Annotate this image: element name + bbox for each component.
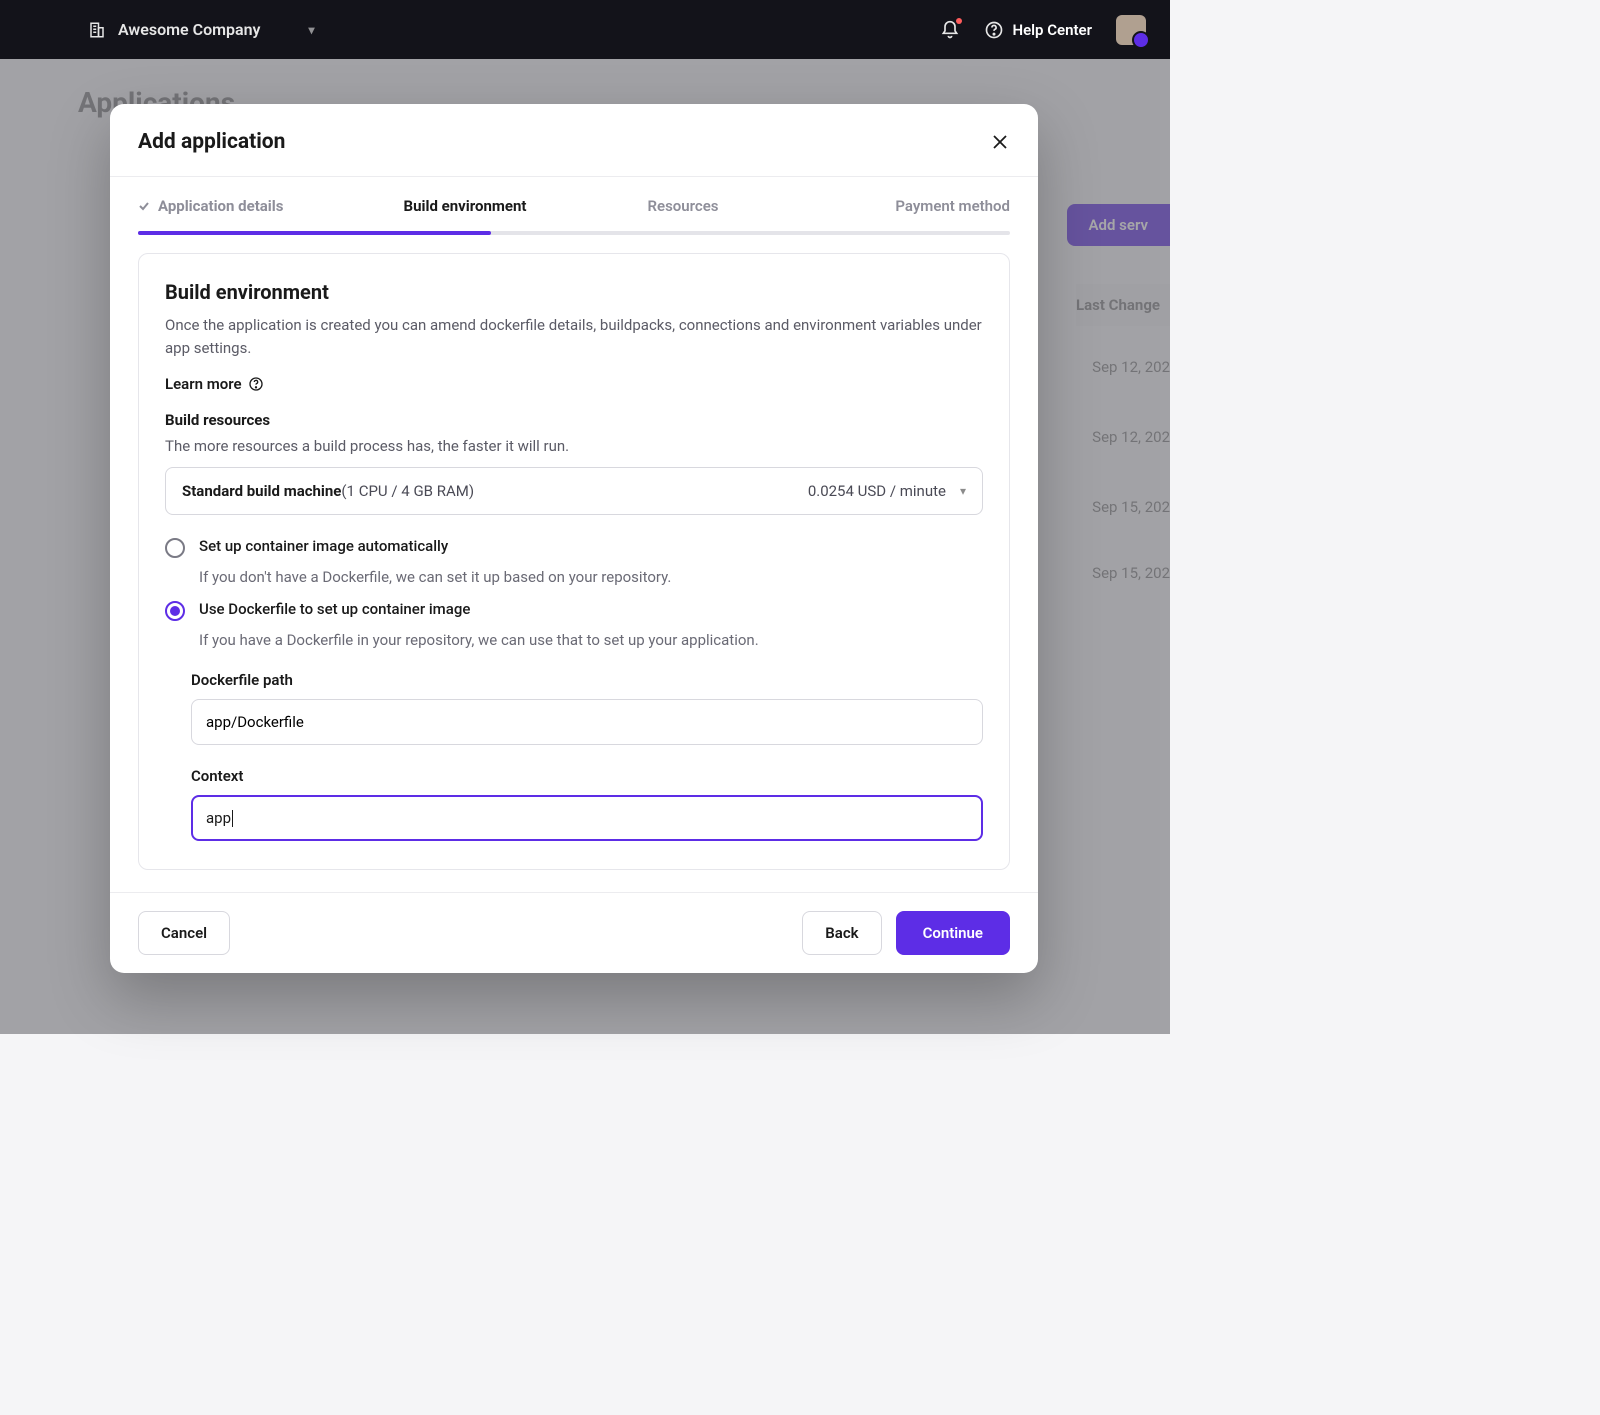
modal-title: Add application <box>138 130 285 154</box>
step-resources[interactable]: Resources <box>574 197 792 231</box>
step-build-environment[interactable]: Build environment <box>356 197 574 231</box>
card-description: Once the application is created you can … <box>165 314 983 361</box>
build-machine-select[interactable]: Standard build machine (1 CPU / 4 GB RAM… <box>165 467 983 515</box>
app-header: Awesome Company ▾ Help Center <box>0 0 1170 59</box>
radio-auto-help: If you don't have a Dockerfile, we can s… <box>199 568 983 586</box>
company-name: Awesome Company <box>118 20 261 39</box>
radio-dockerfile-help: If you have a Dockerfile in your reposit… <box>199 631 983 649</box>
build-machine-price: 0.0254 USD / minute <box>808 482 946 500</box>
close-button[interactable] <box>990 132 1010 152</box>
learn-more-link[interactable]: Learn more <box>165 375 983 393</box>
help-center-link[interactable]: Help Center <box>984 20 1092 40</box>
build-machine-name: Standard build machine <box>182 482 341 500</box>
context-label: Context <box>191 767 983 785</box>
cancel-button[interactable]: Cancel <box>138 911 230 955</box>
radio-auto-label: Set up container image automatically <box>199 537 448 555</box>
check-icon <box>138 200 150 212</box>
radio-auto[interactable] <box>165 538 185 558</box>
help-center-label: Help Center <box>1012 21 1092 39</box>
back-button[interactable]: Back <box>802 911 881 955</box>
option-auto-container[interactable]: Set up container image automatically <box>165 537 983 558</box>
progress-track <box>138 231 1010 235</box>
option-dockerfile-container[interactable]: Use Dockerfile to set up container image <box>165 600 983 621</box>
continue-button[interactable]: Continue <box>896 911 1010 955</box>
step-application-details[interactable]: Application details <box>138 197 356 231</box>
step-payment-method[interactable]: Payment method <box>792 197 1010 231</box>
dockerfile-path-label: Dockerfile path <box>191 671 983 689</box>
stepper: Application details Build environment Re… <box>110 177 1038 231</box>
context-input[interactable]: app <box>191 795 983 842</box>
notification-dot-icon <box>956 18 962 24</box>
help-icon <box>248 376 264 392</box>
radio-dockerfile[interactable] <box>165 601 185 621</box>
card-heading: Build environment <box>165 280 983 304</box>
build-resources-label: Build resources <box>165 411 983 429</box>
building-icon <box>88 21 106 39</box>
build-environment-card: Build environment Once the application i… <box>138 253 1010 870</box>
company-switcher[interactable]: Awesome Company ▾ <box>88 20 315 39</box>
dockerfile-path-input[interactable] <box>191 699 983 745</box>
chevron-down-icon: ▾ <box>309 23 315 37</box>
add-application-modal: Add application Application details Buil… <box>110 104 1038 973</box>
avatar[interactable] <box>1116 15 1146 45</box>
build-machine-spec: (1 CPU / 4 GB RAM) <box>341 482 474 500</box>
progress-fill <box>138 231 491 235</box>
notifications-button[interactable] <box>940 20 960 40</box>
radio-dockerfile-label: Use Dockerfile to set up container image <box>199 600 470 618</box>
chevron-down-icon: ▾ <box>960 484 966 498</box>
build-resources-help: The more resources a build process has, … <box>165 437 983 455</box>
